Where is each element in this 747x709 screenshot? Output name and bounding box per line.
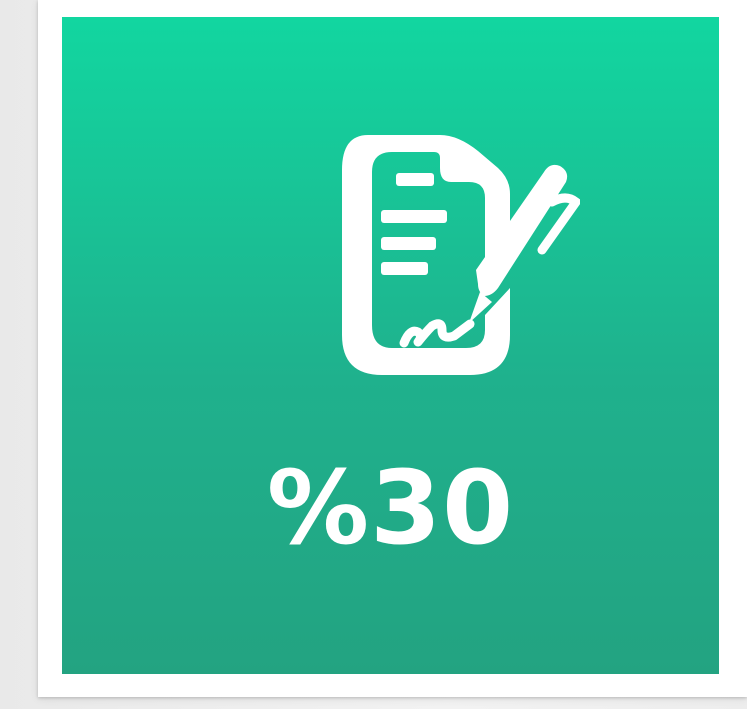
stat-tile: %30 [62, 17, 719, 674]
percentage-value: %30 [266, 449, 515, 568]
page: %30 [0, 0, 747, 709]
stat-card: %30 [38, 0, 747, 697]
signed-document-pen-icon [342, 135, 580, 375]
